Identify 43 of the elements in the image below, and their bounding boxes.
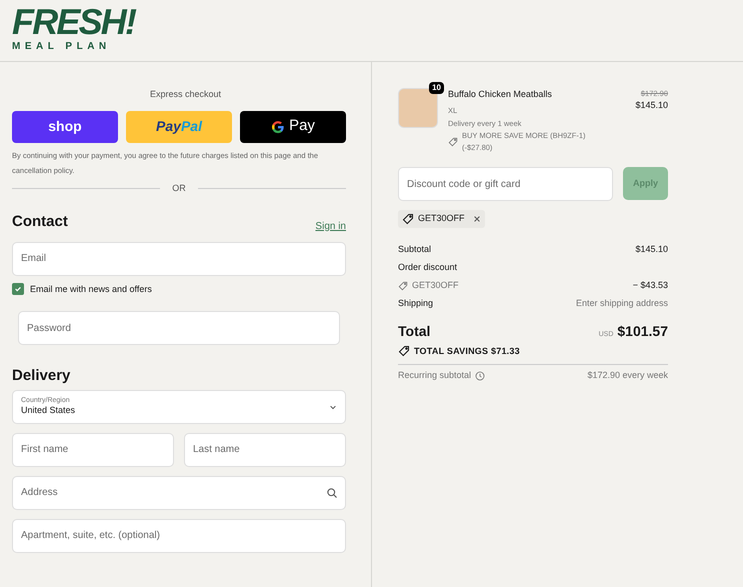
shop-pay-button[interactable]: shop xyxy=(12,110,118,142)
address-field[interactable]: Address xyxy=(12,476,346,510)
product-price: $145.10 xyxy=(635,99,668,112)
sign-in-link[interactable]: Sign in xyxy=(315,218,346,234)
first-name-field[interactable]: First name xyxy=(12,432,174,466)
summary-value: Enter shipping address xyxy=(576,296,668,310)
contact-heading: Contact xyxy=(12,212,68,232)
quantity-badge: 10 xyxy=(429,82,444,94)
check-icon xyxy=(14,285,22,294)
tag-icon xyxy=(398,345,410,358)
total-value: $101.57 xyxy=(617,322,668,340)
logo: FRESH! MEAL PLAN xyxy=(12,4,136,52)
paypal-button[interactable]: PayPal xyxy=(126,110,232,142)
tag-icon xyxy=(402,212,414,225)
country-value: United States xyxy=(21,405,76,416)
product-name: Buffalo Chicken Meatballs xyxy=(448,88,553,101)
summary-value: − $43.53 xyxy=(632,278,668,292)
discount-code-tag: GET30OFF xyxy=(398,210,485,228)
recurring-label: Recurring subtotal xyxy=(398,369,472,382)
last-name-field[interactable]: Last name xyxy=(184,432,346,466)
recurring-value: $172.90 every week xyxy=(587,369,668,382)
newsletter-checkbox[interactable] xyxy=(12,283,24,296)
apartment-field[interactable]: Apartment, suite, etc. (optional) xyxy=(12,518,346,552)
summary-label: Subtotal xyxy=(398,242,432,256)
tag-icon xyxy=(448,137,458,147)
express-checkout-title: Express checkout xyxy=(148,88,222,101)
password-field[interactable]: Password xyxy=(18,311,340,345)
summary-label: Shipping xyxy=(398,296,434,310)
close-icon[interactable] xyxy=(472,214,481,223)
newsletter-label: Email me with news and offers xyxy=(30,282,152,296)
total-label: Total xyxy=(398,322,430,340)
summary-label: GET30OFF xyxy=(412,278,459,292)
google-pay-button[interactable]: Pay xyxy=(240,110,346,142)
tag-icon xyxy=(398,280,408,290)
summary-label: Order discount xyxy=(398,260,458,274)
total-savings: TOTAL SAVINGS $71.33 xyxy=(414,344,520,358)
summary-value: $145.10 xyxy=(635,242,668,256)
search-icon xyxy=(326,486,338,498)
discount-code-field[interactable]: Discount code or gift card xyxy=(398,167,613,201)
or-divider-label: OR xyxy=(172,182,186,194)
google-g-icon xyxy=(271,120,286,134)
email-field[interactable]: Email xyxy=(12,242,346,276)
delivery-heading: Delivery xyxy=(12,366,72,386)
